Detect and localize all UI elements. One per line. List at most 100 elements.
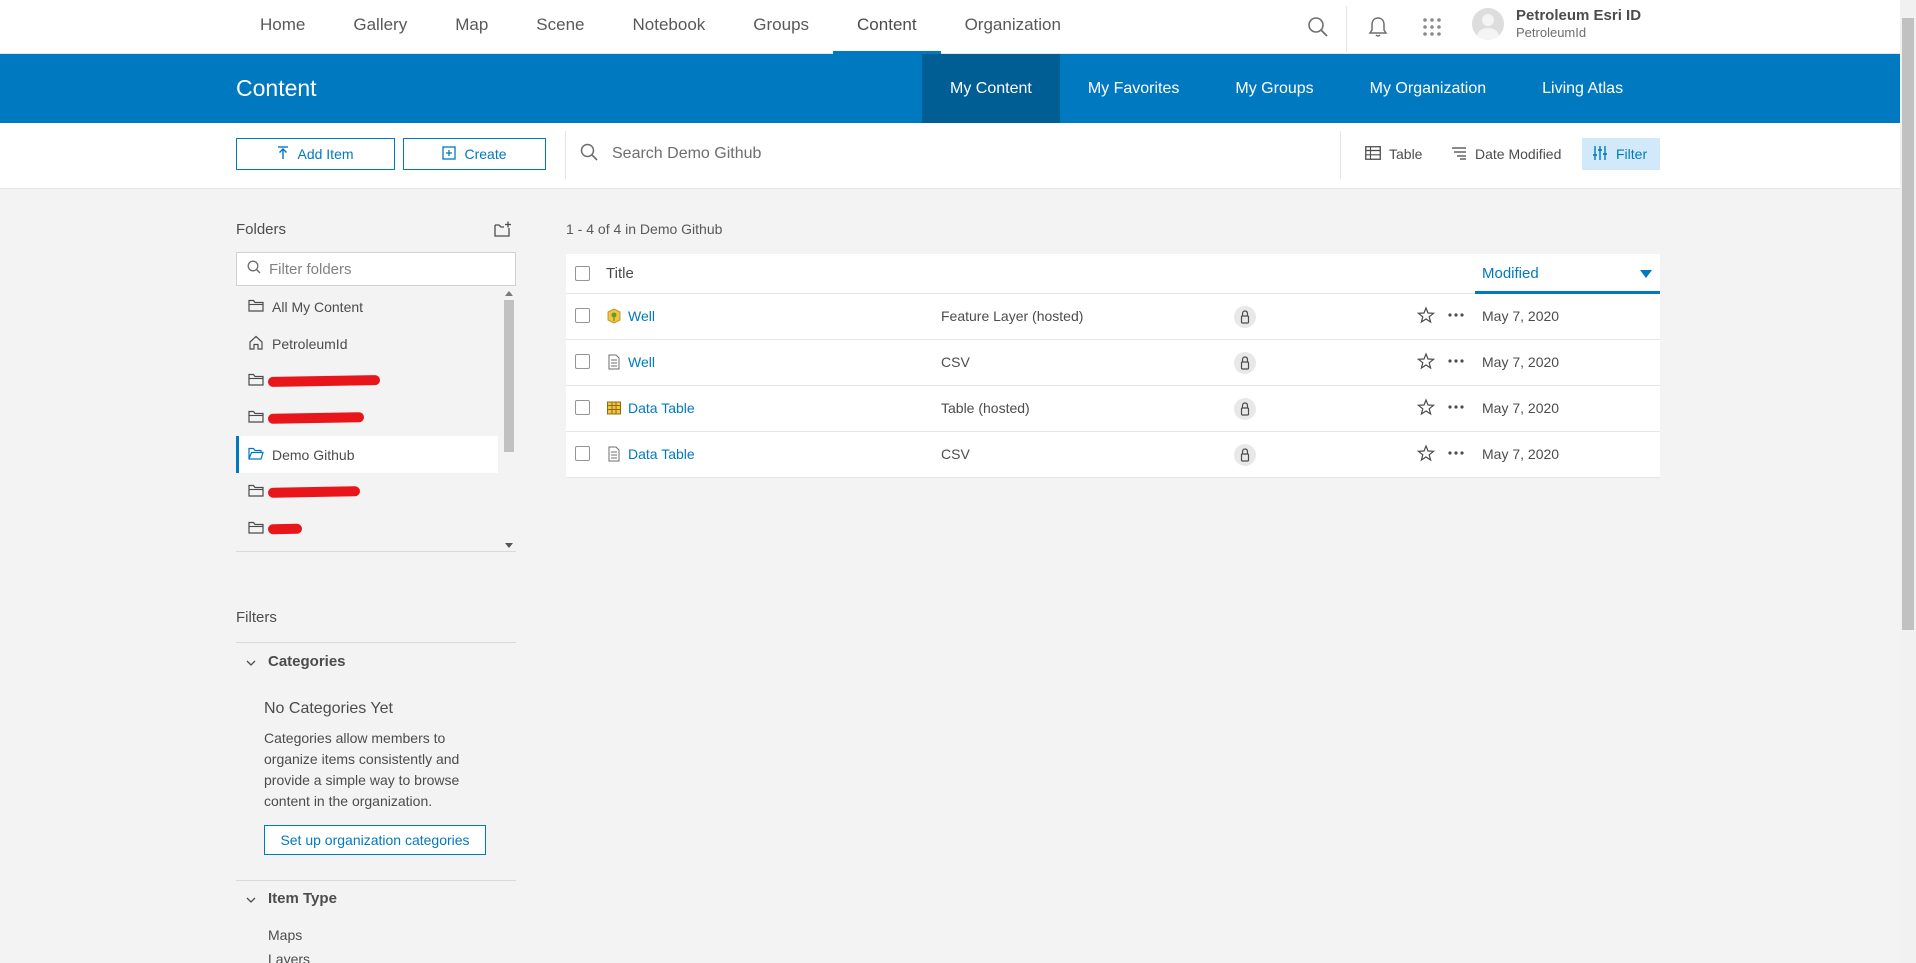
favorite-star-icon[interactable] xyxy=(1416,306,1437,326)
nav-gallery[interactable]: Gallery xyxy=(329,0,431,54)
private-lock-icon xyxy=(1234,306,1256,328)
select-all-checkbox[interactable] xyxy=(575,266,590,281)
tab-my-groups[interactable]: My Groups xyxy=(1207,54,1341,123)
item-type-layers[interactable]: Layers xyxy=(268,951,310,963)
setup-categories-button[interactable]: Set up organization categories xyxy=(264,825,486,855)
folder-scrollbar-thumb[interactable] xyxy=(504,300,514,452)
nav-content[interactable]: Content xyxy=(833,0,941,54)
tab-my-content[interactable]: My Content xyxy=(922,54,1060,123)
more-options-icon[interactable] xyxy=(1447,352,1467,372)
folder-filter-field xyxy=(236,252,516,286)
table-row[interactable]: Data Table Table (hosted) May 7, 2020 xyxy=(566,386,1660,432)
content-tabs: My Content My Favorites My Groups My Org… xyxy=(922,54,1651,123)
table-icon xyxy=(1365,145,1381,163)
item-type-maps[interactable]: Maps xyxy=(268,927,302,943)
folder-icon xyxy=(248,299,264,315)
filter-sliders-icon xyxy=(1592,145,1608,164)
csv-file-icon xyxy=(606,354,622,370)
folder-redacted[interactable] xyxy=(236,362,498,399)
categories-heading: Categories xyxy=(268,653,346,670)
item-type-toggle[interactable]: Item Type xyxy=(246,890,337,907)
app-launcher-icon[interactable] xyxy=(1420,0,1444,54)
more-options-icon[interactable] xyxy=(1447,444,1467,464)
nav-groups[interactable]: Groups xyxy=(729,0,833,54)
column-title[interactable]: Title xyxy=(606,265,634,282)
avatar xyxy=(1472,8,1504,40)
new-folder-icon[interactable] xyxy=(494,221,514,239)
sort-caret-icon xyxy=(1640,270,1652,278)
scroll-up-arrow-icon[interactable] xyxy=(502,288,516,298)
private-lock-icon xyxy=(1234,398,1256,420)
view-table-button[interactable]: Table xyxy=(1355,138,1432,170)
bell-icon[interactable] xyxy=(1366,0,1390,54)
nav-divider xyxy=(1346,6,1347,52)
favorite-star-icon[interactable] xyxy=(1416,398,1437,418)
table-icon xyxy=(606,400,622,416)
folder-all-my-content[interactable]: All My Content xyxy=(236,288,498,325)
nav-notebook[interactable]: Notebook xyxy=(609,0,730,54)
feature-layer-icon xyxy=(606,308,622,324)
folder-icon xyxy=(248,484,264,500)
favorite-star-icon[interactable] xyxy=(1416,444,1437,464)
table-row[interactable]: Well CSV May 7, 2020 xyxy=(566,340,1660,386)
item-title-link[interactable]: Well xyxy=(628,308,655,324)
categories-toggle[interactable]: Categories xyxy=(246,653,346,670)
redaction-mark xyxy=(267,374,381,387)
search-input[interactable] xyxy=(612,145,1212,163)
folder-redacted[interactable] xyxy=(236,399,498,436)
scroll-down-arrow-icon[interactable] xyxy=(502,540,516,550)
divider xyxy=(236,642,516,643)
create-button[interactable]: Create xyxy=(403,138,546,170)
results-count: 1 - 4 of 4 in Demo Github xyxy=(566,221,723,237)
folder-redacted[interactable] xyxy=(236,510,498,547)
nav-map[interactable]: Map xyxy=(431,0,512,54)
filters-heading: Filters xyxy=(236,609,277,626)
create-label: Create xyxy=(464,146,507,162)
table-row[interactable]: Data Table CSV May 7, 2020 xyxy=(566,432,1660,478)
row-checkbox[interactable] xyxy=(575,308,590,323)
table-header: Title Modified xyxy=(566,254,1660,294)
folder-redacted[interactable] xyxy=(236,473,498,510)
tab-living-atlas[interactable]: Living Atlas xyxy=(1514,54,1651,123)
no-categories-title: No Categories Yet xyxy=(264,700,393,717)
nav-scene[interactable]: Scene xyxy=(512,0,608,54)
divider xyxy=(236,880,516,881)
table-row[interactable]: Well Feature Layer (hosted) May 7, 2020 xyxy=(566,294,1660,340)
row-checkbox[interactable] xyxy=(575,446,590,461)
row-checkbox[interactable] xyxy=(575,354,590,369)
row-checkbox[interactable] xyxy=(575,400,590,415)
folders-heading: Folders xyxy=(236,221,287,238)
item-title-link[interactable]: Data Table xyxy=(628,400,695,416)
page-title: Content xyxy=(236,75,317,101)
sort-button[interactable]: Date Modified xyxy=(1441,138,1571,170)
tab-my-favorites[interactable]: My Favorites xyxy=(1060,54,1208,123)
column-modified-sort[interactable]: Modified xyxy=(1475,254,1660,294)
folder-demo-github[interactable]: Demo Github xyxy=(236,436,498,473)
user-menu[interactable]: Petroleum Esri ID PetroleumId xyxy=(1472,7,1641,41)
more-options-icon[interactable] xyxy=(1447,306,1467,326)
add-item-button[interactable]: Add Item xyxy=(236,138,395,170)
nav-organization[interactable]: Organization xyxy=(941,0,1085,54)
tab-my-organization[interactable]: My Organization xyxy=(1342,54,1515,123)
nav-home[interactable]: Home xyxy=(236,0,329,54)
item-modified-date: May 7, 2020 xyxy=(1482,354,1560,370)
search-icon xyxy=(580,143,598,166)
private-lock-icon xyxy=(1234,444,1256,466)
search-icon[interactable] xyxy=(1306,0,1330,54)
more-options-icon[interactable] xyxy=(1447,398,1467,418)
categories-description: Categories allow members to organize ite… xyxy=(264,730,460,809)
page-scrollbar-thumb[interactable] xyxy=(1902,18,1914,630)
folder-icon xyxy=(248,410,264,426)
folder-filter-input[interactable] xyxy=(269,260,499,278)
item-modified-date: May 7, 2020 xyxy=(1482,446,1560,462)
item-title-link[interactable]: Data Table xyxy=(628,446,695,462)
favorite-star-icon[interactable] xyxy=(1416,352,1437,372)
folder-icon xyxy=(248,521,264,537)
redaction-mark xyxy=(267,523,303,534)
sort-label: Date Modified xyxy=(1475,146,1562,162)
folder-home[interactable]: PetroleumId xyxy=(236,325,498,362)
folder-label: PetroleumId xyxy=(272,335,348,352)
item-title-link[interactable]: Well xyxy=(628,354,655,370)
item-modified-date: May 7, 2020 xyxy=(1482,400,1560,416)
filter-button[interactable]: Filter xyxy=(1582,138,1660,170)
